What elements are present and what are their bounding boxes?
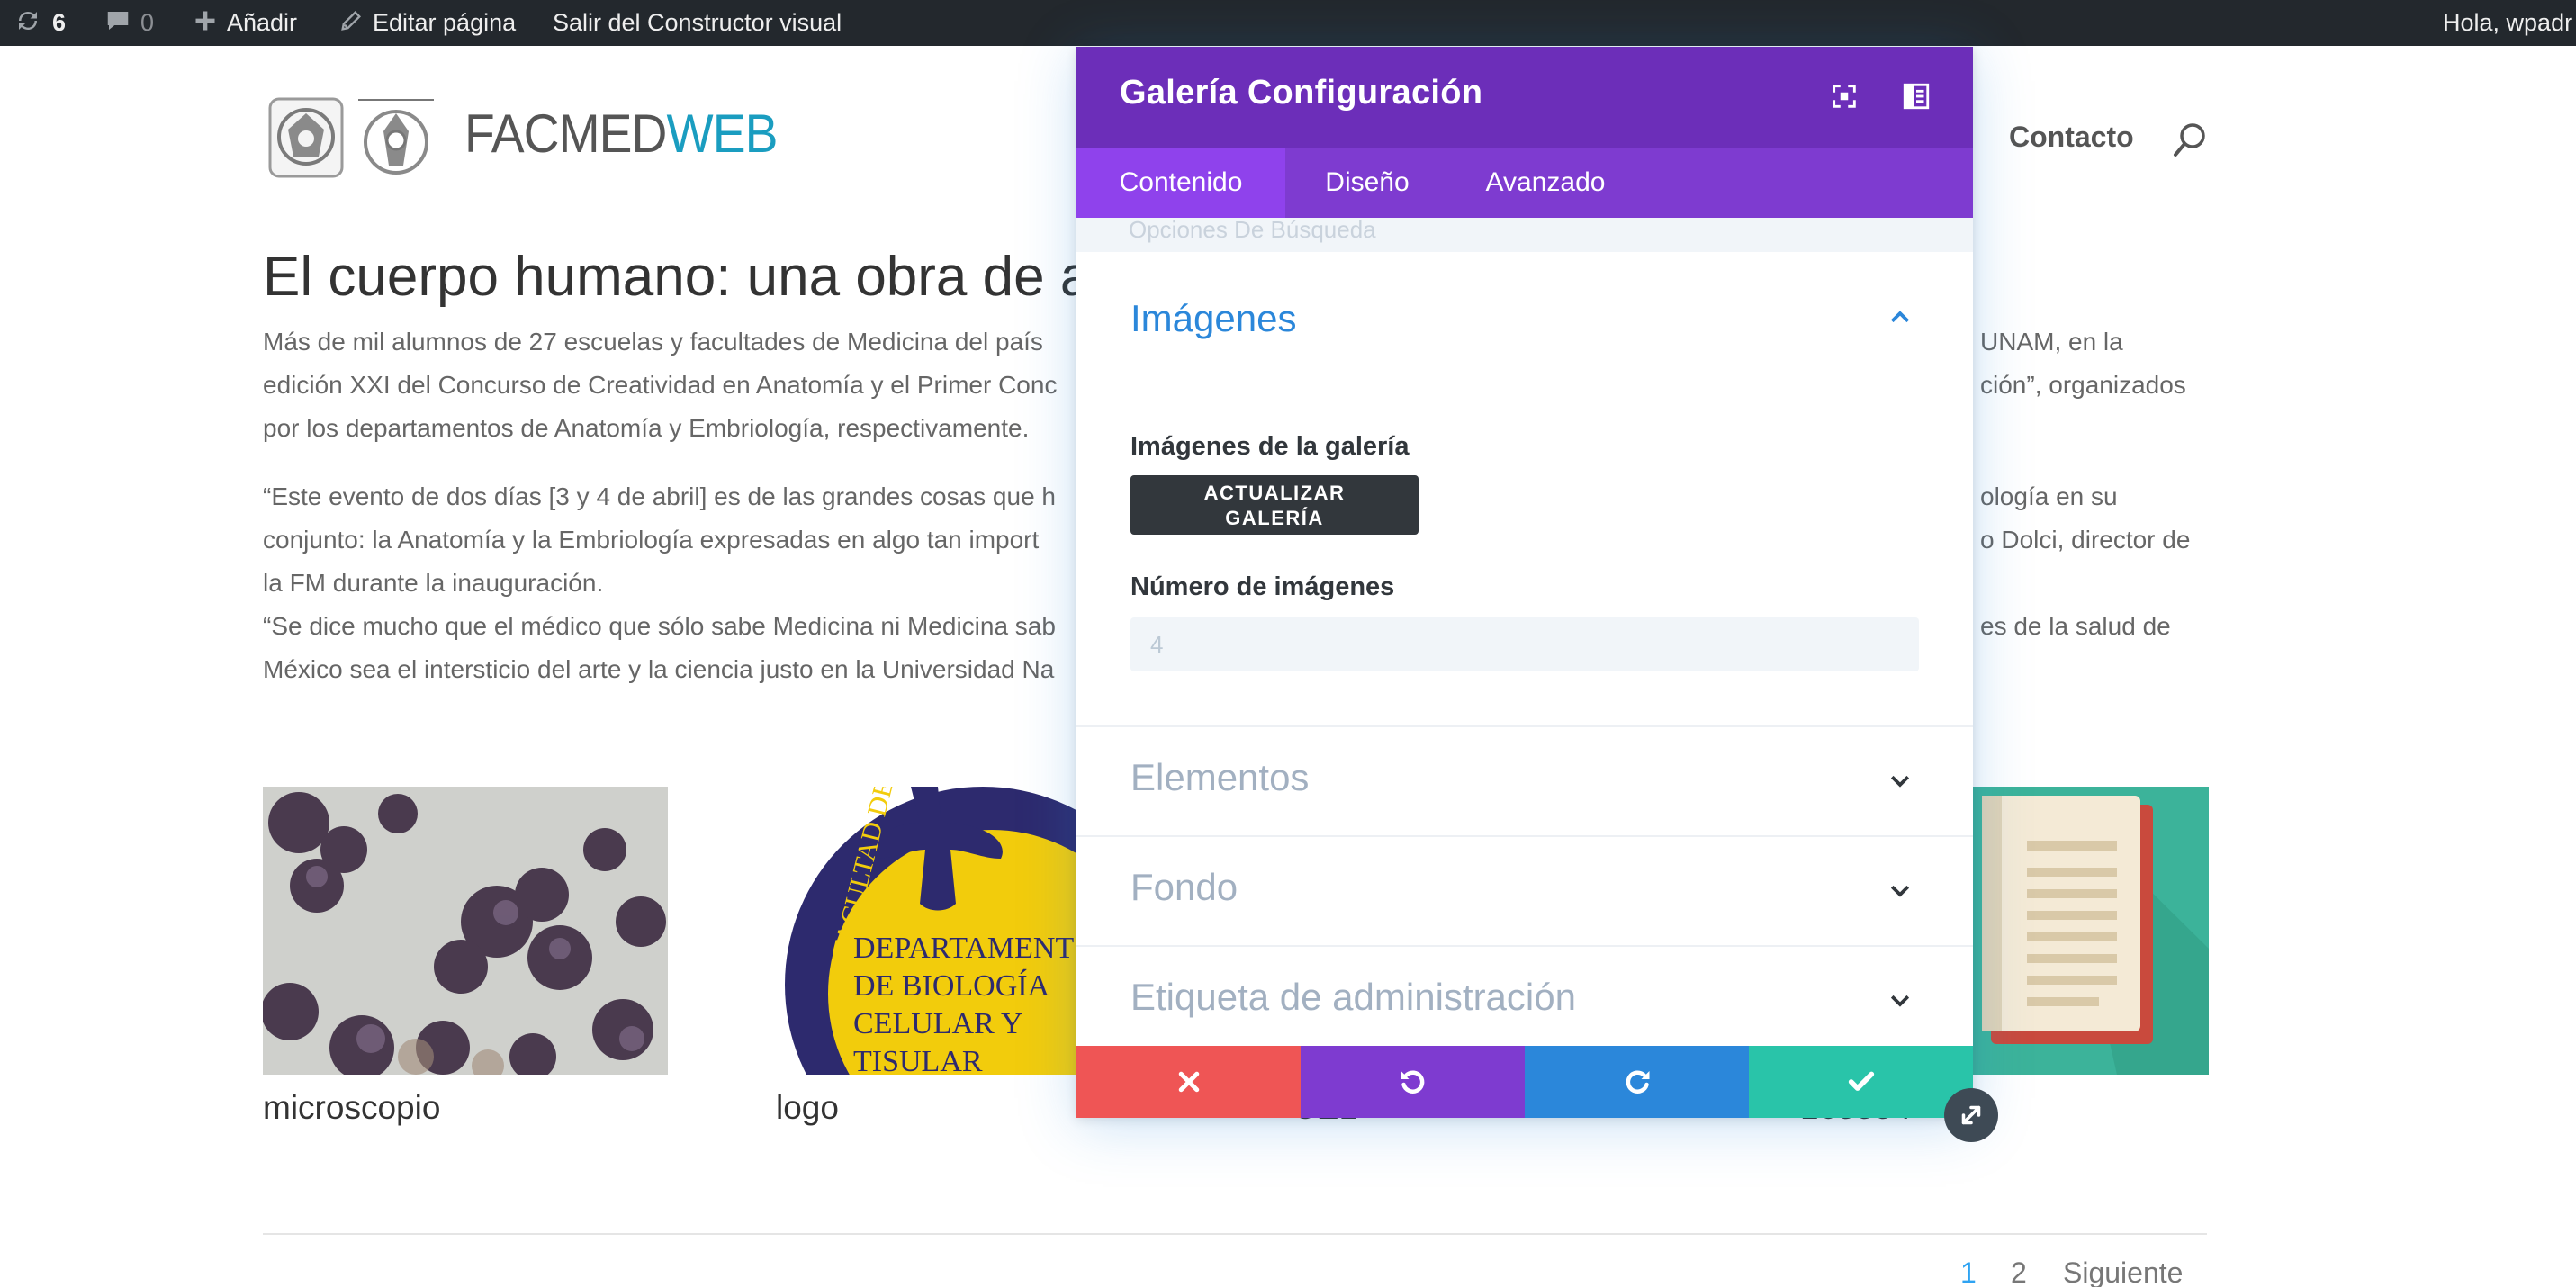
edit-page-item[interactable]: Editar página	[338, 0, 516, 46]
facmed-seal-logo[interactable]	[353, 94, 434, 180]
undo-button[interactable]	[1301, 1046, 1525, 1118]
exit-builder-label: Salir del Constructor visual	[553, 9, 842, 36]
gallery-settings-modal: Galería Configuración Contenido Diseño A…	[1076, 47, 1973, 1118]
paragraph-line: “Este evento de dos días [3 y 4 de abril…	[263, 482, 1056, 510]
updates-item[interactable]: 6	[13, 0, 66, 46]
modal-scroll-content[interactable]: Opciones De Búsqueda Imágenes Imágenes d…	[1076, 218, 1973, 1118]
gallery-image-book[interactable]	[1973, 787, 2209, 1075]
cancel-button[interactable]	[1076, 1046, 1301, 1118]
search-icon[interactable]	[2173, 121, 2209, 160]
resize-arrows-icon	[1961, 1105, 1981, 1125]
pagination-page-1[interactable]: 1	[1960, 1256, 1977, 1287]
update-gallery-button[interactable]: ACTUALIZAR GALERÍA	[1130, 475, 1419, 535]
chevron-down-icon[interactable]	[1887, 877, 1914, 904]
comments-count: 0	[140, 9, 155, 36]
section-admin-label-title[interactable]: Etiqueta de administración	[1130, 976, 1576, 1019]
update-gallery-button-line1: ACTUALIZAR	[1203, 482, 1346, 504]
image-count-input[interactable]	[1130, 617, 1919, 671]
post-title: El cuerpo humano: una obra de a	[263, 246, 1092, 308]
save-button[interactable]	[1749, 1046, 1973, 1118]
redo-button[interactable]	[1525, 1046, 1749, 1118]
gallery-images-label: Imágenes de la galería	[1130, 432, 1410, 461]
paragraph-line: conjunto: la Anatomía y la Embriología e…	[263, 526, 1040, 554]
logo-text-line: TISULAR	[853, 1045, 983, 1075]
modal-title: Galería Configuración	[1120, 74, 1483, 112]
paragraph-line: México sea el intersticio del arte y la …	[263, 655, 1055, 683]
paragraph-line: “Se dice mucho que el médico que sólo sa…	[263, 612, 1056, 640]
add-label: Añadir	[227, 9, 298, 36]
pagination-page-2[interactable]: 2	[2011, 1256, 2027, 1287]
paragraph-line-right: UNAM, en la	[1980, 328, 2123, 356]
undo-icon	[1401, 1070, 1424, 1094]
unam-seal-logo[interactable]	[266, 94, 346, 180]
add-new-item[interactable]: Añadir	[193, 0, 297, 46]
paragraph-line-right: o Dolci, director de	[1980, 526, 2191, 554]
checkmark-icon	[1848, 1071, 1874, 1091]
resize-handle[interactable]	[1944, 1088, 1998, 1142]
section-fondo-title[interactable]: Fondo	[1130, 866, 1238, 909]
redo-icon	[1626, 1070, 1649, 1094]
nav-contacto[interactable]: Contacto	[2009, 121, 2134, 154]
dock-sidebar-icon[interactable]	[1901, 81, 1932, 112]
edit-page-label: Editar página	[373, 9, 517, 36]
paragraph-line: la FM durante la inauguración.	[263, 569, 604, 597]
gallery-caption: microscopio	[263, 1089, 441, 1126]
section-elementos-title[interactable]: Elementos	[1130, 756, 1309, 799]
account-greeting[interactable]: Hola, wpadr	[2443, 0, 2572, 46]
logo-text-line: CELULAR Y	[853, 1007, 1023, 1040]
chevron-down-icon[interactable]	[1887, 986, 1914, 1013]
section-divider	[1076, 945, 1973, 947]
updates-count: 6	[52, 9, 67, 36]
logo-text-line: DEPARTAMENT	[853, 932, 1074, 965]
tab-contenido[interactable]: Contenido	[1076, 148, 1285, 218]
admin-bar: 6 0 Añadir Editar página Salir del Const…	[0, 0, 2576, 46]
site-name-part1: FACMED	[464, 104, 667, 164]
close-icon	[1178, 1071, 1199, 1093]
section-divider	[1076, 725, 1973, 727]
update-gallery-button-line2: GALERÍA	[1225, 507, 1324, 529]
pencil-icon	[338, 8, 364, 39]
gallery-caption: logo	[776, 1089, 839, 1126]
exit-builder-item[interactable]: Salir del Constructor visual	[553, 0, 842, 46]
logo-text-line: DE BIOLOGÍA	[853, 969, 1050, 1003]
section-imagenes-title[interactable]: Imágenes	[1130, 297, 1296, 340]
greeting-text: Hola, wpadr	[2443, 9, 2573, 36]
chevron-up-icon[interactable]	[1887, 304, 1914, 331]
site-name-part2: WEB	[666, 104, 779, 164]
section-divider	[1076, 835, 1973, 837]
gallery-image-microscopio[interactable]	[263, 787, 668, 1075]
pagination-divider	[263, 1233, 2207, 1235]
paragraph-line: Más de mil alumnos de 27 escuelas y facu…	[263, 328, 1043, 356]
comments-item[interactable]: 0	[104, 0, 154, 46]
modal-header[interactable]: Galería Configuración	[1076, 47, 1973, 148]
options-search-bar[interactable]: Opciones De Búsqueda	[1076, 218, 1973, 252]
paragraph-line-right: es de la salud de	[1980, 612, 2171, 640]
refresh-icon	[13, 7, 43, 40]
paragraph-line: por los departamentos de Anatomía y Embr…	[263, 414, 1030, 442]
tab-diseno[interactable]: Diseño	[1285, 148, 1449, 218]
plus-icon	[193, 8, 218, 39]
fullscreen-icon[interactable]	[1829, 81, 1860, 112]
tab-avanzado[interactable]: Avanzado	[1449, 148, 1642, 218]
site-name[interactable]: FACMEDWEB	[464, 103, 779, 165]
modal-tabs: Contenido Diseño Avanzado	[1076, 148, 1973, 218]
image-count-label: Número de imágenes	[1130, 572, 1395, 601]
chevron-down-icon[interactable]	[1887, 767, 1914, 794]
gallery-image-logo[interactable]: FACULTAD DE DEPARTAMENT DE BIOLOGÍA CELU…	[776, 787, 1082, 1075]
options-search-placeholder: Opciones De Búsqueda	[1129, 218, 1376, 243]
pagination-next[interactable]: Siguiente	[2063, 1256, 2183, 1287]
comment-icon	[104, 7, 131, 40]
paragraph-line: edición XXI del Concurso de Creatividad …	[263, 371, 1058, 399]
paragraph-line-right: ción”, organizados	[1980, 371, 2186, 399]
paragraph-line-right: ología en su	[1980, 482, 2118, 510]
